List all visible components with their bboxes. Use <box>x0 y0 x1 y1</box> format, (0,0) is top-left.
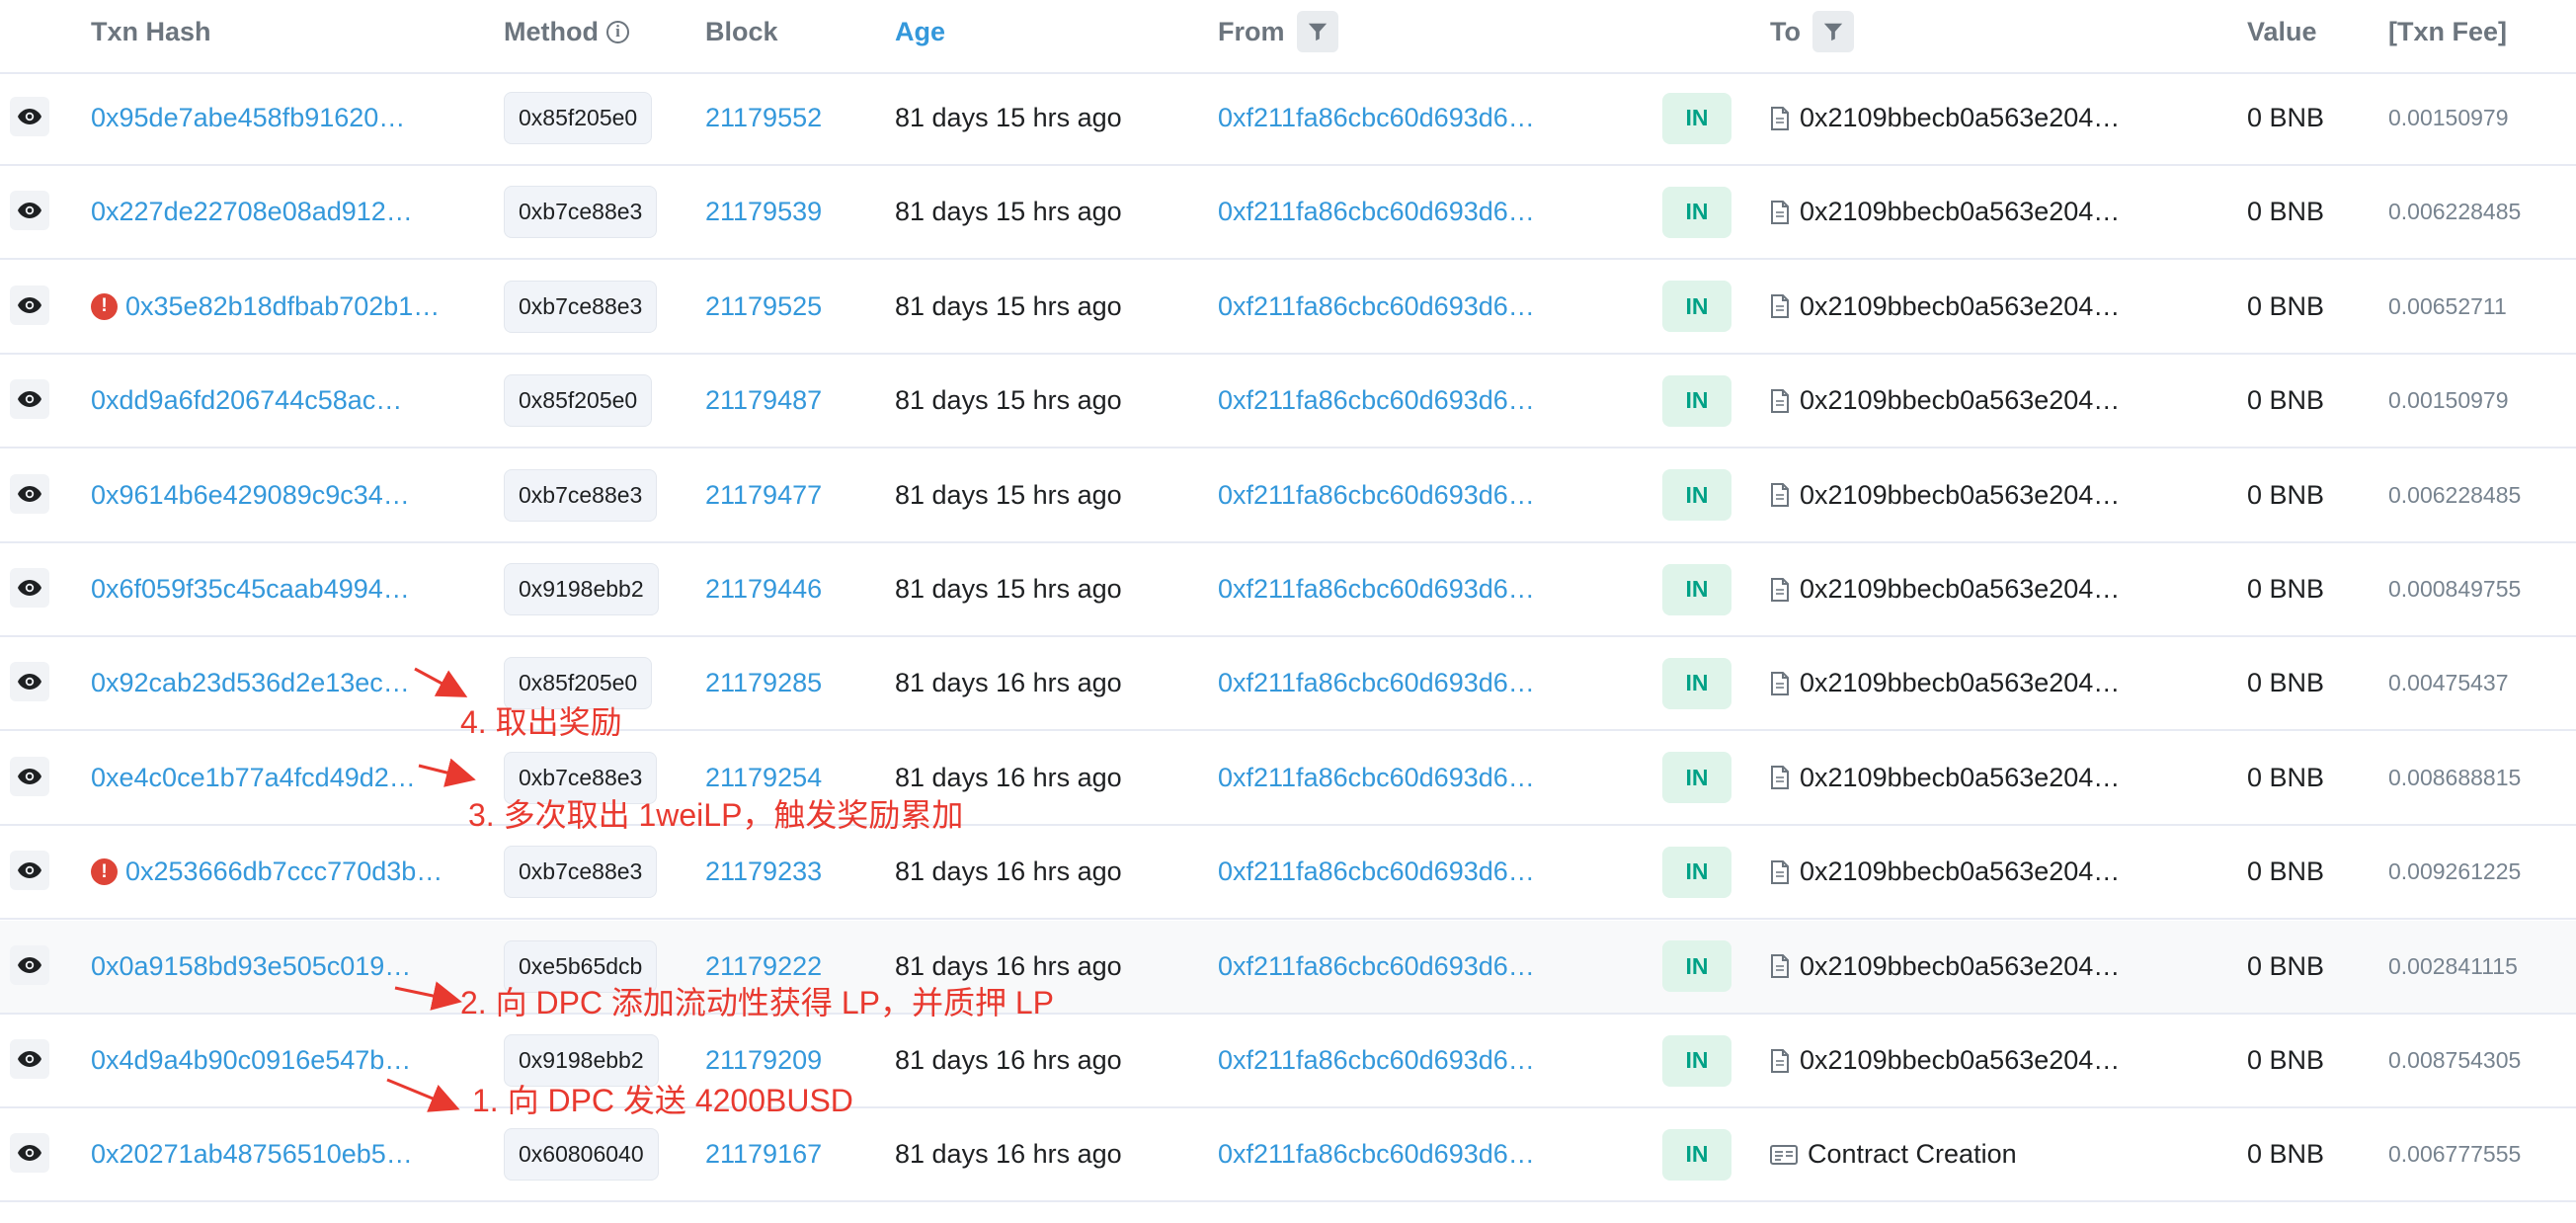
annotation-arrow <box>386 667 476 1112</box>
annotation-arrow-1 <box>386 1078 460 1112</box>
annotation-arrow-3 <box>418 758 476 787</box>
annotation-4: 4. 取出奖励 <box>460 704 622 740</box>
annotation-arrow-2 <box>394 981 462 1011</box>
annotation-2: 2. 向 DPC 添加流动性获得 LP，并质押 LP <box>460 985 1054 1020</box>
annotation-1: 1. 向 DPC 发送 4200BUSD <box>472 1083 853 1118</box>
annotation-3: 3. 多次取出 1weiLP，触发奖励累加 <box>468 797 964 833</box>
transactions-table: Txn Hash Method i Block Age From To Valu… <box>0 0 2576 1223</box>
annotation-arrow-4 <box>414 667 468 697</box>
